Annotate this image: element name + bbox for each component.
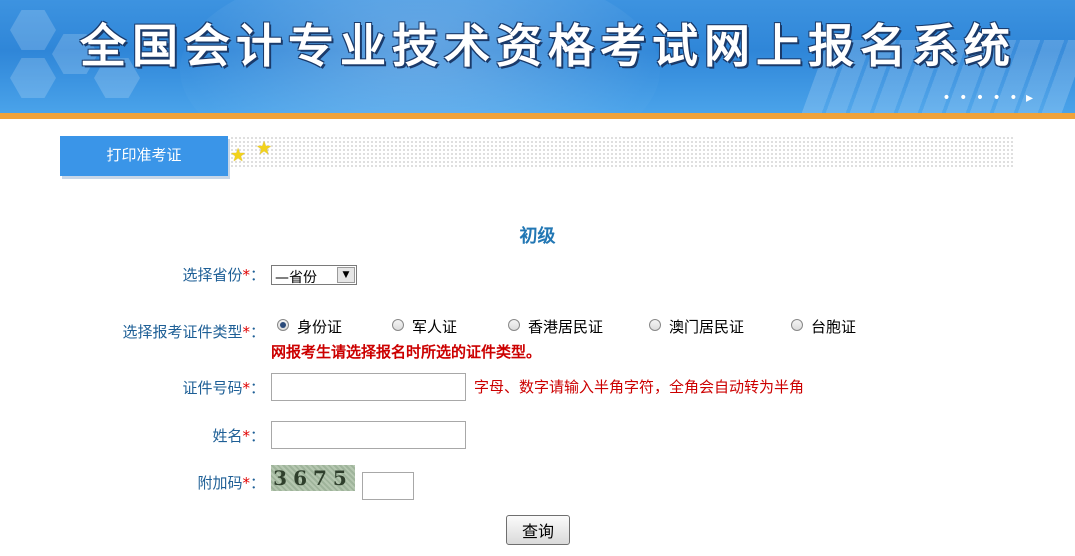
required-marker: * — [242, 266, 250, 284]
star-icon: ★ — [256, 138, 273, 159]
label-colon: ： — [249, 379, 265, 397]
header-divider — [0, 113, 1075, 119]
required-marker: * — [242, 427, 250, 445]
tab-print-admission-ticket[interactable]: 打印准考证 — [60, 136, 228, 176]
radio-option-taiwan-card[interactable]: 台胞证 — [791, 316, 856, 337]
label-colon: ： — [249, 323, 265, 341]
required-marker: * — [242, 379, 250, 397]
radio-option-label: 身份证 — [297, 318, 343, 336]
radio-option-label: 军人证 — [412, 318, 458, 336]
radio-option-military-card[interactable]: 军人证 — [392, 316, 457, 337]
radio-button[interactable] — [649, 318, 661, 331]
label-colon: ： — [249, 474, 265, 492]
radio-button[interactable] — [277, 318, 289, 331]
id-type-warning: 网报考生请选择报名时所选的证件类型。 — [271, 343, 542, 361]
id-type-label-text: 选择报考证件类型 — [122, 323, 243, 341]
id-number-label: 证件号码*： — [140, 377, 265, 398]
site-title: 全国会计专业技术资格考试网上报名系统 — [80, 19, 1016, 73]
tab-strip — [230, 136, 1015, 168]
radio-option-label: 澳门居民证 — [669, 318, 745, 336]
radio-button[interactable] — [392, 318, 404, 331]
id-number-hint: 字母、数字请输入半角字符，全角会自动转为半角 — [474, 378, 805, 396]
chevron-down-icon[interactable]: ▼ — [337, 267, 355, 283]
name-input[interactable] — [271, 421, 466, 449]
dots-decoration: • • • • • ▸ — [942, 90, 1035, 106]
hexagon-decoration — [10, 10, 56, 50]
header-banner: 全国会计专业技术资格考试网上报名系统 • • • • • ▸ — [0, 0, 1075, 113]
captcha-label-text: 附加码 — [197, 474, 243, 492]
hexagon-decoration — [10, 58, 56, 98]
query-button[interactable]: 查询 — [506, 515, 570, 545]
radio-option-macau-card[interactable]: 澳门居民证 — [649, 316, 744, 337]
province-label-text: 选择省份 — [182, 266, 243, 284]
captcha-input[interactable] — [362, 472, 414, 500]
required-marker: * — [242, 323, 250, 341]
name-label-text: 姓名 — [212, 427, 243, 445]
province-select-value: —省份 — [275, 270, 317, 286]
radio-option-label: 香港居民证 — [528, 318, 604, 336]
id-type-label: 选择报考证件类型*： — [100, 321, 265, 342]
radio-option-hongkong-card[interactable]: 香港居民证 — [508, 316, 603, 337]
radio-option-id-card[interactable]: 身份证 — [277, 316, 342, 337]
captcha-label: 附加码*： — [140, 472, 265, 493]
tab-bar: 打印准考证 ★ ★ — [60, 136, 1015, 176]
radio-option-label: 台胞证 — [811, 318, 857, 336]
name-label: 姓名*： — [140, 425, 265, 446]
label-colon: ： — [249, 427, 265, 445]
label-colon: ： — [249, 266, 265, 284]
id-number-label-text: 证件号码 — [182, 379, 243, 397]
radio-button[interactable] — [791, 318, 803, 331]
required-marker: * — [242, 474, 250, 492]
radio-button[interactable] — [508, 318, 520, 331]
id-number-input[interactable] — [271, 373, 466, 401]
exam-level-title: 初级 — [519, 226, 556, 247]
captcha-image[interactable]: 3675 — [271, 465, 355, 491]
province-label: 选择省份*： — [140, 264, 265, 285]
province-select[interactable]: —省份 ▼ — [271, 265, 357, 286]
star-icon: ★ — [230, 145, 247, 166]
